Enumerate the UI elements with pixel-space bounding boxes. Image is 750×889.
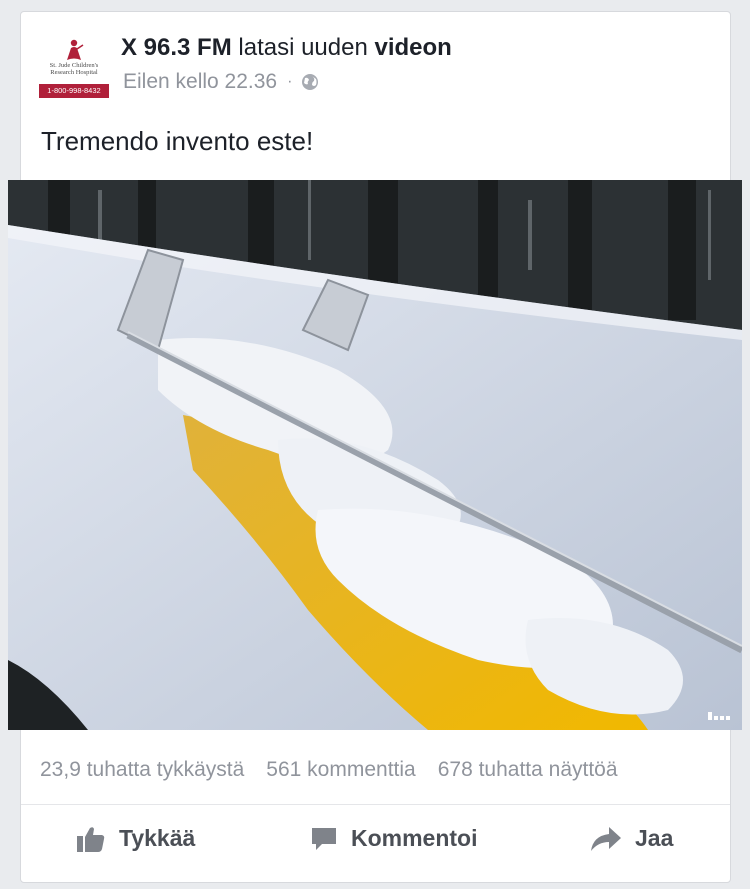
comment-button[interactable]: Kommentoi: [311, 825, 478, 852]
share-button[interactable]: Jaa: [591, 825, 673, 852]
author-link[interactable]: X 96.3 FM: [121, 34, 232, 61]
logo-phone: 1-800-998-8432: [39, 84, 109, 98]
post-text: Tremendo invento este!: [41, 126, 314, 156]
logo-text: St. Jude Children's Research Hospital: [39, 62, 109, 76]
logo-line-1: St. Jude Children's: [49, 62, 99, 69]
comment-icon: [312, 827, 336, 850]
video-frame: [8, 180, 742, 730]
post-card: St. Jude Children's Research Hospital 1-…: [8, 11, 742, 883]
like-label: Tykkää: [119, 825, 196, 851]
comments-count[interactable]: 561 kommenttia: [266, 757, 415, 783]
timestamp-link[interactable]: Eilen kello 22.36: [123, 69, 277, 95]
page-avatar[interactable]: St. Jude Children's Research Hospital 1-…: [39, 32, 109, 100]
video-quality-icon[interactable]: [708, 708, 730, 720]
share-arrow-icon: [591, 826, 621, 851]
views-count: 678 tuhatta näyttöä: [437, 758, 618, 781]
comment-label: Kommentoi: [351, 825, 478, 851]
st-jude-logo-icon: [67, 39, 84, 60]
action-text: latasi uuden: [231, 34, 375, 61]
globe-icon[interactable]: [301, 73, 319, 91]
post-headline: X 96.3 FM latasi uuden videon: [121, 34, 452, 62]
meta-separator: ·: [287, 73, 293, 90]
video-link[interactable]: videon: [375, 34, 452, 61]
like-button[interactable]: Tykkää: [77, 825, 195, 852]
logo-line-2: Research Hospital: [50, 69, 98, 76]
post-actions: Tykkää Kommentoi Jaa: [21, 805, 730, 883]
post-meta: Eilen kello 22.36 ·: [123, 69, 319, 95]
post-stats: 23,9 tuhatta tykkäystä 561 kommenttia 67…: [40, 757, 618, 783]
share-label: Jaa: [635, 825, 674, 851]
likes-count[interactable]: 23,9 tuhatta tykkäystä: [40, 757, 244, 783]
thumbs-up-icon: [77, 826, 105, 852]
video-player[interactable]: [8, 180, 742, 730]
